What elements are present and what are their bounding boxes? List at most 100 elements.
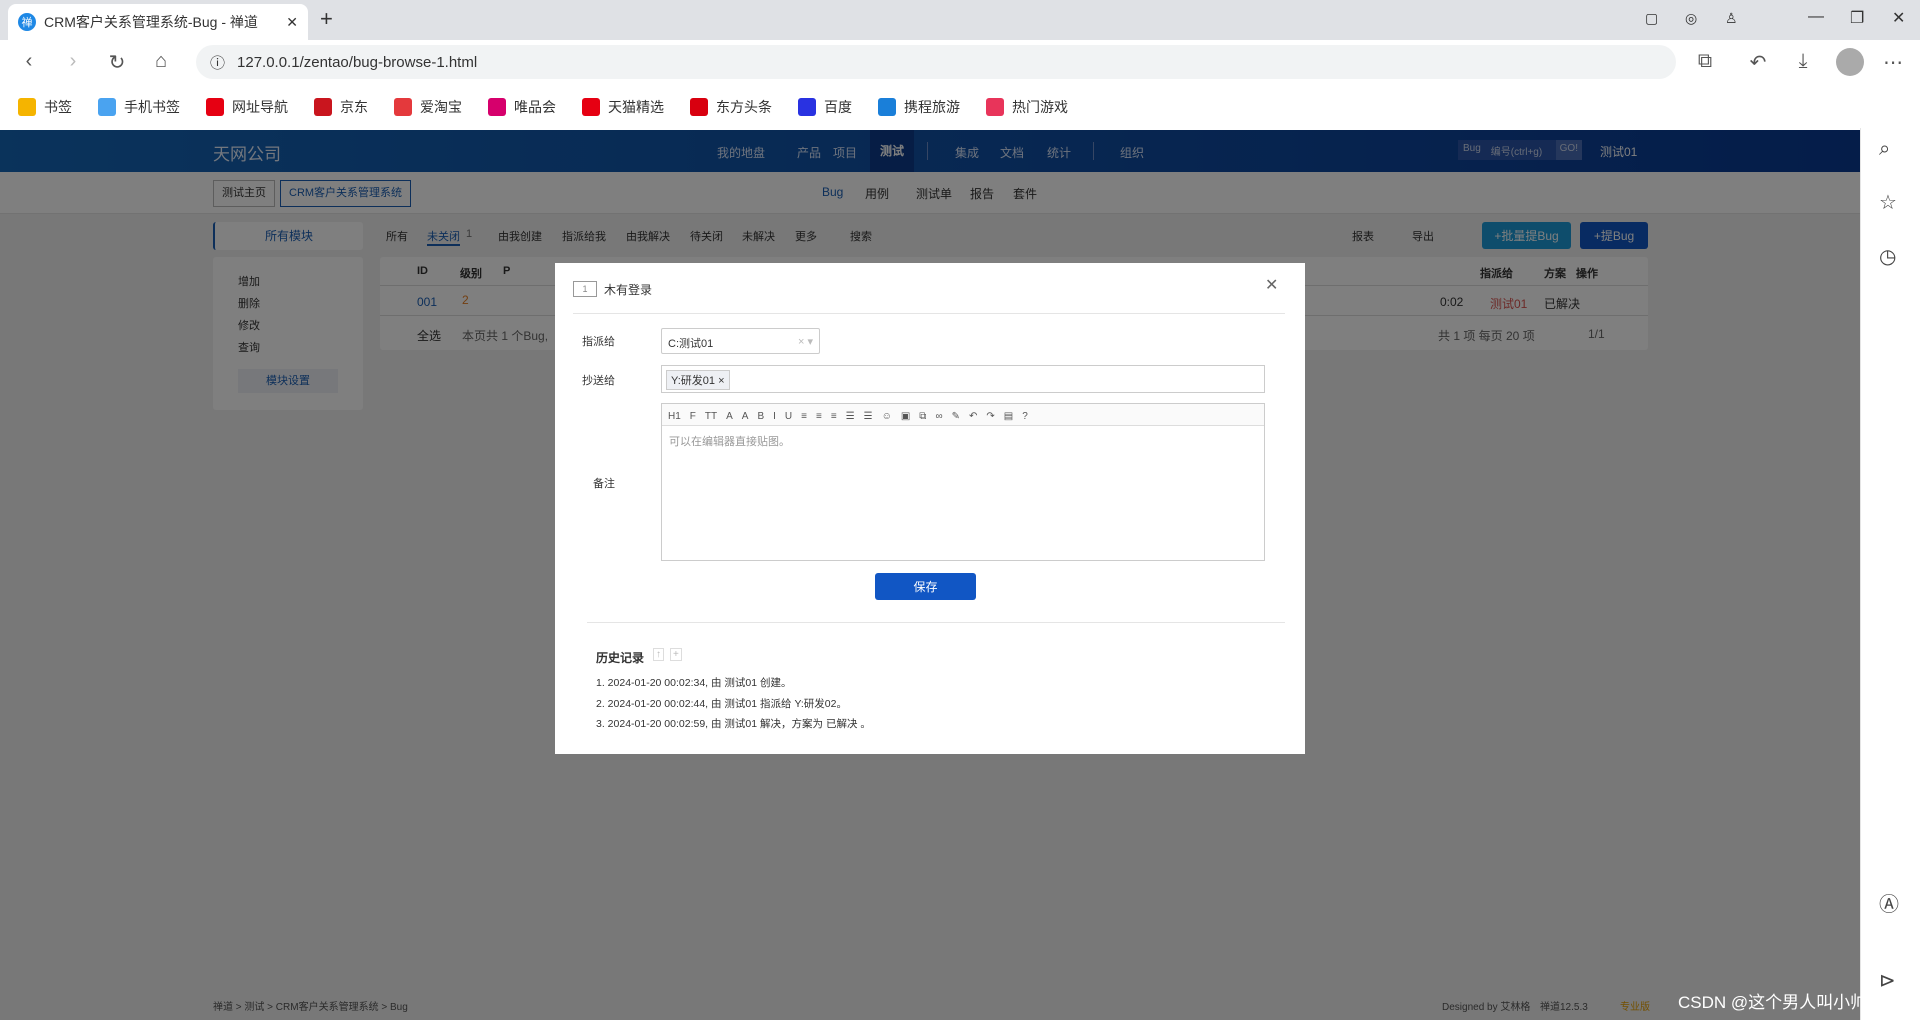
bookmark-label: 网址导航 bbox=[232, 98, 288, 115]
address-bar[interactable]: ⓘ 127.0.0.1/zentao/bug-browse-1.html bbox=[196, 45, 1676, 79]
comment-editor[interactable]: H1 F TT A A B I U ≡ ≡ ≡ ☰ ☰ ☺ ▣ ⧉ ∞ ✎ ↶ ↷ ▤? 可以在编辑器直接贴图。 bbox=[661, 403, 1265, 561]
editor-tool-icon[interactable]: ☰ bbox=[846, 411, 855, 422]
game-icon bbox=[986, 97, 1004, 116]
editor-tool-button[interactable]: TT bbox=[705, 411, 717, 422]
address-row: ‹ › ↻ ⌂ ⓘ 127.0.0.1/zentao/bug-browse-1.… bbox=[0, 40, 1920, 85]
editor-tool-icon[interactable]: ▣ bbox=[901, 411, 910, 422]
jd-icon bbox=[314, 97, 332, 116]
editor-tool-icon[interactable]: ≡ bbox=[816, 411, 822, 422]
avatar[interactable] bbox=[1836, 48, 1864, 76]
history-icon[interactable]: ◷ bbox=[1879, 244, 1896, 269]
reload-icon[interactable]: ↻ bbox=[104, 50, 130, 75]
phone-icon bbox=[98, 97, 116, 116]
tmall-icon bbox=[582, 97, 600, 116]
close-tab-icon[interactable]: ✕ bbox=[286, 14, 298, 31]
bookmark-item[interactable]: 唯品会 bbox=[488, 97, 556, 117]
bookmark-item[interactable]: 天猫精选 bbox=[582, 97, 664, 117]
home-icon[interactable]: ⌂ bbox=[148, 50, 174, 73]
bookmark-item[interactable]: 热门游戏 bbox=[986, 97, 1068, 117]
tab-count-icon[interactable]: ▢ bbox=[1645, 10, 1658, 27]
editor-tool-button[interactable]: H1 bbox=[668, 411, 681, 422]
editor-toolbar: H1 F TT A A B I U ≡ ≡ ≡ ☰ ☰ ☺ ▣ ⧉ ∞ ✎ ↶ ↷ ▤? bbox=[662, 404, 1264, 426]
search-icon[interactable]: ⌕ bbox=[1879, 138, 1890, 161]
assign-dialog: 1 木有登录 ✕ 指派给 C:测试01 × ▾ 抄送给 Y:研发01 × 备注 H… bbox=[555, 263, 1305, 754]
assign-value: C:测试01 bbox=[668, 338, 714, 350]
bookmark-label: 手机书签 bbox=[124, 98, 180, 115]
bookmark-item[interactable]: 京东 bbox=[314, 97, 368, 117]
divider bbox=[587, 622, 1285, 623]
editor-tool-button[interactable]: I bbox=[773, 411, 776, 422]
assign-label: 指派给 bbox=[582, 336, 615, 348]
bookmark-item[interactable]: 网址导航 bbox=[206, 97, 288, 117]
zentao-favicon-icon: 禅 bbox=[18, 13, 36, 31]
assign-select[interactable]: C:测试01 × ▾ bbox=[661, 328, 820, 354]
bookmark-item[interactable]: 爱淘宝 bbox=[394, 97, 462, 117]
bug-id-badge: 1 bbox=[573, 281, 597, 297]
editor-tool-icon[interactable]: ⧉ bbox=[919, 411, 926, 422]
editor-tool-icon[interactable]: ∞ bbox=[935, 411, 942, 422]
maximize-icon[interactable]: ❐ bbox=[1850, 8, 1864, 28]
taobao-icon bbox=[394, 97, 412, 116]
bookmark-item[interactable]: 书签 bbox=[18, 97, 72, 117]
bookmark-item[interactable]: 手机书签 bbox=[98, 97, 180, 117]
editor-tool-icon[interactable]: ? bbox=[1022, 411, 1028, 422]
clear-icon[interactable]: × ▾ bbox=[798, 335, 813, 348]
info-icon: ⓘ bbox=[210, 54, 226, 72]
cc-label: 抄送给 bbox=[582, 375, 615, 387]
editor-tool-icon[interactable]: ↷ bbox=[986, 411, 994, 422]
bookmark-label: 书签 bbox=[44, 98, 72, 115]
download-icon[interactable]: ⤓ bbox=[1790, 50, 1816, 73]
browser-tab-bar: 禅 CRM客户关系管理系统-Bug - 禅道 ✕ + ▢ ◎ ♙ — ❐ ✕ bbox=[0, 0, 1920, 40]
star-icon[interactable]: ☆ bbox=[1879, 190, 1897, 215]
editor-tool-button[interactable]: U bbox=[785, 411, 792, 422]
bookmark-label: 东方头条 bbox=[716, 98, 772, 115]
editor-tool-icon[interactable]: ↶ bbox=[969, 411, 977, 422]
ai-icon[interactable]: Ⓐ bbox=[1879, 888, 1899, 917]
collapse-sidebar-icon[interactable]: ⊳ bbox=[1879, 968, 1896, 993]
bookmark-label: 京东 bbox=[340, 98, 368, 115]
reverse-order-icon[interactable]: ↑ bbox=[653, 648, 664, 661]
cc-tag[interactable]: Y:研发01 × bbox=[666, 370, 730, 390]
editor-tool-button[interactable]: F bbox=[690, 411, 696, 422]
close-icon[interactable]: ✕ bbox=[1265, 275, 1278, 295]
more-icon[interactable]: ⋯ bbox=[1880, 50, 1906, 75]
browser-tab[interactable]: 禅 CRM客户关系管理系统-Bug - 禅道 ✕ bbox=[8, 4, 308, 40]
incognito-icon[interactable]: ◎ bbox=[1685, 10, 1697, 27]
history-entry: 3. 2024-01-20 00:02:59, 由 测试01 解决，方案为 已解… bbox=[596, 718, 871, 730]
bookmark-label: 唯品会 bbox=[514, 98, 556, 115]
divider bbox=[573, 313, 1285, 314]
editor-tool-icon[interactable]: ☰ bbox=[864, 411, 873, 422]
forward-icon[interactable]: › bbox=[60, 50, 86, 73]
expand-all-icon[interactable]: + bbox=[670, 648, 682, 661]
editor-placeholder[interactable]: 可以在编辑器直接贴图。 bbox=[662, 426, 1264, 456]
editor-tool-icon[interactable]: ✎ bbox=[952, 411, 960, 422]
undo-icon[interactable]: ↶ bbox=[1745, 50, 1771, 75]
back-icon[interactable]: ‹ bbox=[16, 50, 42, 73]
bookmark-item[interactable]: 百度 bbox=[798, 97, 852, 117]
editor-tool-icon[interactable]: ≡ bbox=[801, 411, 807, 422]
bookmark-item[interactable]: 东方头条 bbox=[690, 97, 772, 117]
editor-tool-icon[interactable]: ☺ bbox=[882, 411, 892, 422]
browser-sidebar: ⌕ ☆ ◷ Ⓐ ⊳ bbox=[1860, 128, 1920, 1020]
editor-tool-button[interactable]: B bbox=[757, 411, 764, 422]
editor-tool-icon[interactable]: ≡ bbox=[831, 411, 837, 422]
baidu-icon bbox=[798, 97, 816, 116]
cc-tag-label: Y:研发01 bbox=[671, 375, 716, 387]
bookmark-label: 爱淘宝 bbox=[420, 98, 462, 115]
close-window-icon[interactable]: ✕ bbox=[1892, 8, 1905, 28]
dialog-title: 木有登录 bbox=[604, 283, 653, 297]
editor-tool-icon[interactable]: ▤ bbox=[1004, 411, 1013, 422]
new-tab-icon[interactable]: + bbox=[320, 6, 333, 32]
extensions-icon[interactable]: ⧉ bbox=[1692, 50, 1718, 73]
bookmark-label: 百度 bbox=[824, 98, 852, 115]
bookmark-label: 天猫精选 bbox=[608, 98, 664, 115]
minimize-icon[interactable]: — bbox=[1808, 8, 1824, 26]
cc-input[interactable]: Y:研发01 × bbox=[661, 365, 1265, 393]
skin-icon[interactable]: ♙ bbox=[1725, 10, 1738, 27]
editor-tool-button[interactable]: A bbox=[742, 411, 749, 422]
url-text: 127.0.0.1/zentao/bug-browse-1.html bbox=[237, 53, 478, 71]
history-entry: 2. 2024-01-20 00:02:44, 由 测试01 指派给 Y:研发0… bbox=[596, 697, 847, 710]
bookmark-item[interactable]: 携程旅游 bbox=[878, 97, 960, 117]
editor-tool-button[interactable]: A bbox=[726, 411, 733, 422]
save-button[interactable]: 保存 bbox=[875, 573, 976, 600]
